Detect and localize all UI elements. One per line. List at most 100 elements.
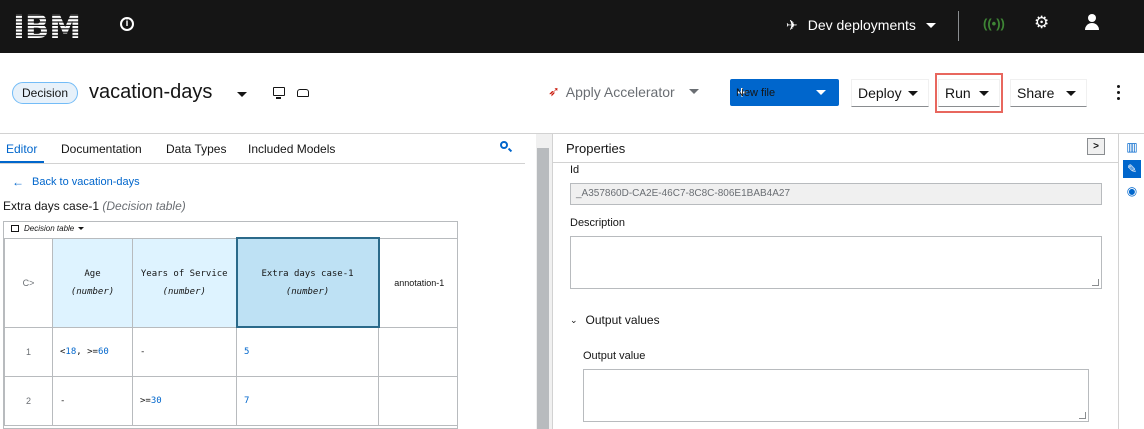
right-rail: ▥ ✎ ◉ [1118,134,1144,429]
drive-icon[interactable] [297,89,309,97]
properties-header: Properties > [553,134,1119,163]
row-number[interactable]: 2 [4,375,53,426]
chevron-down-icon: ⌄ [570,314,578,325]
table-header-row: C> Age (number) Years of Service (number… [4,237,457,328]
row-number[interactable]: 1 [4,326,53,377]
column-type: (number) [70,286,115,297]
signal-icon[interactable]: ((•)) [983,16,1005,31]
input-cell[interactable]: - [132,326,237,377]
decision-table: Decision table C> Age (number) Years of … [3,221,458,429]
table-row: 2 - >=30 7 [4,375,457,426]
info-icon[interactable]: i [120,17,134,31]
deploy-dropdown[interactable]: Deploy [851,79,929,107]
share-dropdown[interactable]: Share [1010,79,1087,107]
active-tab-indicator [0,161,44,163]
kebab-menu-icon[interactable] [1117,85,1121,101]
id-label: Id [570,164,580,176]
id-field[interactable]: _A357860D-CA2E-46C7-8C8C-806E1BAB4A27 [570,183,1102,205]
cell-number: 18 [65,346,77,357]
deploy-label: Deploy [858,85,902,101]
collapse-panel-button[interactable]: > [1087,138,1105,155]
chevron-down-icon [925,22,936,28]
input-column-header[interactable]: Years of Service (number) [132,237,237,328]
file-name[interactable]: vacation-days [89,81,212,104]
output-column-header[interactable]: Extra days case-1 (number) [235,237,380,328]
input-cell[interactable]: <18, >=60 [52,326,133,377]
column-name: Age [84,268,101,279]
apply-accelerator-button[interactable]: ➶ Apply Accelerator [548,83,699,100]
tab-data-types[interactable]: Data Types [166,142,226,156]
properties-panel: Properties > Id _A357860D-CA2E-46C7-8C8C… [552,134,1119,429]
user-icon[interactable] [1084,14,1100,32]
decision-name: Extra days case-1 [3,199,100,213]
output-values-toggle[interactable]: ⌄ Output values [570,313,660,327]
decision-type: (Decision table) [102,199,186,213]
decision-table-toolbar[interactable]: Decision table [4,222,457,238]
gear-icon[interactable]: ⚙ [1034,13,1049,33]
new-file-button[interactable]: + New file [730,79,839,106]
top-bar: IBM i ✈ Dev deployments ((•)) ⚙ [0,0,1144,53]
cell-text: >= [140,395,151,406]
map-icon[interactable]: ▥ [1123,138,1141,156]
decision-table-grid: C> Age (number) Years of Service (number… [4,237,457,426]
annotation-cell[interactable] [378,375,457,426]
description-textarea[interactable] [570,236,1102,289]
divider [958,11,959,41]
tab-documentation[interactable]: Documentation [61,142,142,156]
output-value-textarea[interactable] [583,369,1089,422]
chevron-down-icon[interactable] [816,90,826,95]
cell-number: 30 [150,395,162,406]
hit-policy[interactable]: C> [4,237,53,328]
output-values-label: Output values [585,313,660,327]
cell-number: 60 [97,346,109,357]
tab-included-models[interactable]: Included Models [248,142,335,156]
chevron-down-icon [78,227,85,231]
chevron-down-icon [1066,91,1076,96]
eye-icon[interactable]: ◉ [1123,182,1141,200]
decision-title: Extra days case-1 (Decision table) [3,199,186,213]
arrow-left-icon: ← [12,175,24,189]
annotation-column-header[interactable]: annotation-1 [378,237,457,328]
search-icon[interactable] [500,141,508,149]
properties-title: Properties [566,141,626,156]
space-selector[interactable]: ✈ Dev deployments [786,15,936,35]
vertical-scrollbar[interactable] [536,134,552,429]
output-value-label: Output value [583,350,646,362]
input-cell[interactable]: >=30 [132,375,237,426]
description-label: Description [570,217,626,229]
input-cell[interactable]: - [52,375,133,426]
column-name: Extra days case-1 [261,268,354,279]
table-row: 1 <18, >=60 - 5 [4,326,457,377]
svg-text:IBM: IBM [13,9,81,43]
annotation-cell[interactable] [378,326,457,377]
editor-tabs: Editor Documentation Data Types Included… [0,134,525,164]
chevron-down-icon [908,91,918,96]
output-cell[interactable]: 7 [236,375,379,426]
scrollbar-thumb[interactable] [537,148,549,429]
column-type: (number) [285,286,330,297]
table-icon [11,225,19,232]
column-type: (number) [162,286,206,297]
desktop-icon[interactable] [273,87,285,99]
column-name: Years of Service [140,268,228,279]
decision-table-menu-label: Decision table [24,224,75,233]
input-column-header[interactable]: Age (number) [52,237,133,328]
model-type-badge: Decision [12,82,79,104]
tab-editor[interactable]: Editor [6,142,37,156]
editor-panel: Editor Documentation Data Types Included… [0,134,536,429]
space-label: Dev deployments [807,17,916,33]
chevron-down-icon[interactable] [237,92,247,97]
back-link-label: Back to vacation-days [32,176,140,188]
edit-properties-icon[interactable]: ✎ [1123,160,1141,178]
output-cell[interactable]: 5 [236,326,379,377]
cell-text: , >= [76,346,98,357]
rocket-icon: ➶ [548,83,560,99]
ibm-logo[interactable]: IBM [13,9,93,43]
new-file-label: New file [736,86,776,99]
chevron-down-icon [688,89,699,94]
back-link[interactable]: ← Back to vacation-days [12,175,140,189]
share-label: Share [1017,85,1055,101]
editor-header: Decision vacation-days ➶ Apply Accelerat… [0,53,1144,134]
run-highlight-box [935,73,1003,113]
apply-accelerator-label: Apply Accelerator [565,83,675,100]
